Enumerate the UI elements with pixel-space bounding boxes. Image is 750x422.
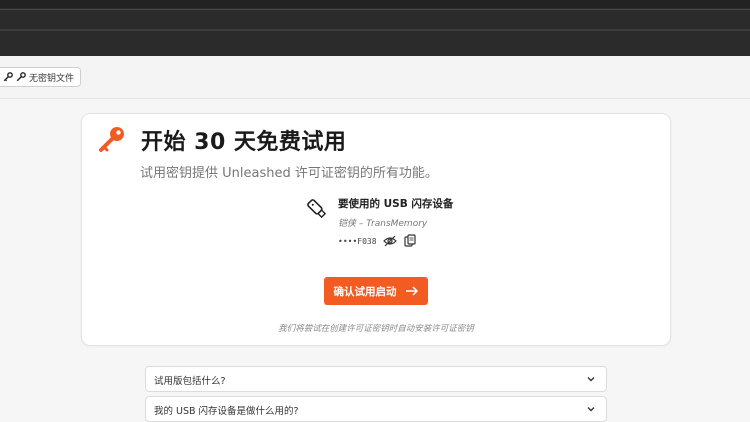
eye-off-icon[interactable] <box>382 234 397 248</box>
confirm-trial-label: 确认试用启动 <box>333 285 397 298</box>
no-keyfile-label: 无密钥文件 <box>29 73 75 84</box>
secondary-divider <box>0 29 750 31</box>
faq-question: 试用版包括什么? <box>154 376 226 387</box>
key-icon <box>3 72 13 82</box>
copy-icon[interactable] <box>403 234 417 248</box>
faq-question: 我的 USB 闪存设备是做什么用的? <box>154 406 299 417</box>
usb-guid-masked: ••••F038 <box>338 236 377 246</box>
faq-item-trial-includes[interactable]: 试用版包括什么? <box>145 366 607 392</box>
top-divider <box>0 9 750 10</box>
page-subtitle: 试用密钥提供 Unleashed 许可证密钥的所有功能。 <box>140 166 438 181</box>
auto-install-note: 我们将尝试在创建许可证密钥时自动安装许可证密钥 <box>278 324 474 334</box>
confirm-trial-button[interactable]: 确认试用启动 <box>324 277 428 305</box>
usb-drive-icon <box>307 199 327 219</box>
chevron-down-icon <box>587 407 595 412</box>
chevron-down-icon <box>587 377 595 382</box>
page-title: 开始 30 天免费试用 <box>141 130 347 155</box>
key-icon <box>99 127 124 152</box>
usb-device-name: 铠侠 – TransMemory <box>338 219 428 229</box>
faq-item-usb-purpose[interactable]: 我的 USB 闪存设备是做什么用的? <box>145 396 607 422</box>
top-strip <box>0 0 750 8</box>
title-row: 开始 30 天免费试用 <box>97 124 346 156</box>
usb-guid-row: ••••F038 <box>338 234 417 248</box>
no-keyfile-button[interactable]: 无密钥文件 <box>0 67 82 87</box>
usb-device-title: 要使用的 USB 闪存设备 <box>338 198 454 210</box>
key-icon-small <box>16 72 26 82</box>
usb-device-block: 要使用的 USB 闪存设备 铠侠 – TransMemory ••••F038 <box>304 194 544 254</box>
sub-toolbar: 无密钥文件 <box>0 56 750 99</box>
arrow-right-icon <box>405 286 418 296</box>
trial-card: 开始 30 天免费试用 试用密钥提供 Unleashed 许可证密钥的所有功能。… <box>81 113 671 346</box>
top-bar <box>0 0 750 56</box>
